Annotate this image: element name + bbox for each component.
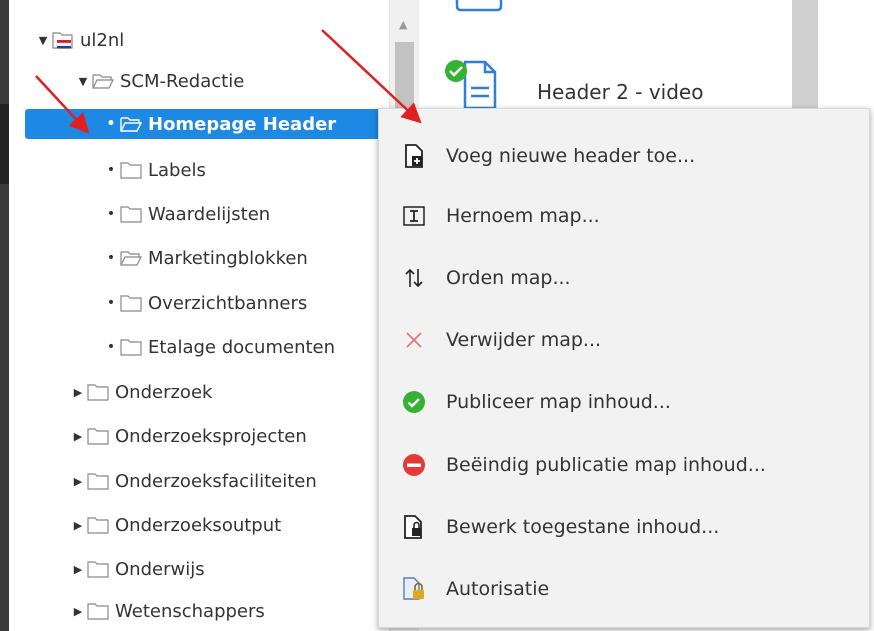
bullet-icon: • [106,250,116,266]
tree-item-etalage-documenten[interactable]: • Etalage documenten [104,332,335,362]
folder-icon [87,428,109,445]
delete-icon [402,328,426,352]
tree-item-onderzoeksoutput[interactable]: ▶ Onderzoeksoutput [71,510,281,540]
tree-item-overzichtbanners[interactable]: • Overzichtbanners [104,288,307,318]
tree-item-label: Onderzoek [115,381,213,403]
document-icon [455,0,503,12]
menu-item-label: Verwijder map... [446,329,602,351]
new-document-icon [402,144,426,168]
tree-item-label: Marketingblokken [148,247,308,269]
folder-icon [87,517,109,534]
collapse-twisty-icon[interactable]: ▶ [71,430,85,443]
tree-item-label: SCM-Redactie [120,70,245,92]
bullet-icon: • [106,295,116,311]
bullet-icon: • [106,339,116,355]
menu-item-label: Voeg nieuwe header toe... [446,145,696,167]
collapse-twisty-icon[interactable]: ▶ [71,563,85,576]
tree-item-label: Waardelijsten [148,203,271,225]
tree-item-wetenschappers[interactable]: ▶ Wetenschappers [71,596,265,626]
menu-item-label: Hernoem map... [446,205,600,227]
site-folder-icon [52,32,73,49]
menu-item-label: Orden map... [446,267,571,289]
menu-item-new-header[interactable]: Voeg nieuwe header toe... [379,133,869,179]
tree-item-label: Onderwijs [115,558,205,580]
folder-icon [120,295,142,312]
tree-item-waardelijsten[interactable]: • Waardelijsten [104,199,270,229]
tree-item-labels[interactable]: • Labels [104,155,206,185]
tree-item-label: Homepage Header [148,113,337,135]
menu-item-unpublish[interactable]: Beëindig publicatie map inhoud... [379,442,869,488]
tree-item-marketingblokken[interactable]: • Marketingblokken [104,243,308,273]
folder-icon [87,384,109,401]
tree-item-label: ul2nl [80,29,125,51]
menu-item-publish[interactable]: Publiceer map inhoud... [379,379,869,425]
edit-allowed-content-icon [402,515,426,539]
folder-icon [87,561,109,578]
collapse-twisty-icon[interactable]: ▶ [71,475,85,488]
collapse-twisty-icon[interactable]: ▶ [71,386,85,399]
tree-item-onderzoek[interactable]: ▶ Onderzoek [71,377,213,407]
menu-item-delete[interactable]: Verwijder map... [379,317,869,363]
left-edge-bar [0,0,9,631]
document-title[interactable]: Header 2 - video [537,80,703,104]
tree-item-scm-redactie[interactable]: ▼ SCM-Redactie [76,66,245,96]
sort-icon [402,266,426,290]
bullet-icon: • [106,206,116,222]
rename-icon [402,204,426,228]
tree-item-onderzoeksfaciliteiten[interactable]: ▶ Onderzoeksfaciliteiten [71,466,317,496]
authorization-icon [402,577,426,601]
scroll-up-icon[interactable]: ▲ [399,18,407,31]
folder-tree: ▼ ul2nl ▼ SCM-Redactie • Homepage Header… [9,0,389,631]
tree-item-label: Onderzoeksfaciliteiten [115,470,317,492]
tree-item-homepage-header[interactable]: • Homepage Header [25,109,389,139]
tree-item-label: Labels [148,159,206,181]
tree-item-onderwijs[interactable]: ▶ Onderwijs [71,554,205,584]
expand-twisty-icon[interactable]: ▼ [76,75,90,88]
collapse-twisty-icon[interactable]: ▶ [71,519,85,532]
menu-item-label: Publiceer map inhoud... [446,391,671,413]
tree-item-label: Etalage documenten [148,336,336,358]
context-menu: Voeg nieuwe header toe... Hernoem map...… [378,108,870,628]
bullet-icon: • [106,116,116,132]
folder-icon [120,162,142,179]
publish-icon [402,390,426,414]
open-folder-icon [92,74,114,89]
tree-item-label: Onderzoeksprojecten [115,425,307,447]
menu-item-rename[interactable]: Hernoem map... [379,193,869,239]
tree-item-ul2nl[interactable]: ▼ ul2nl [36,25,125,55]
bullet-icon: • [106,162,116,178]
folder-icon [120,339,142,356]
menu-item-sort[interactable]: Orden map... [379,255,869,301]
collapse-twisty-icon[interactable]: ▶ [71,605,85,618]
tree-item-label: Wetenschappers [115,600,265,622]
tree-item-label: Overzichtbanners [148,292,308,314]
open-folder-icon [120,251,142,266]
menu-item-label: Autorisatie [446,578,550,600]
published-document-icon [445,60,497,110]
folder-icon [120,206,142,223]
menu-item-label: Bewerk toegestane inhoud... [446,516,720,538]
unpublish-icon [402,453,426,477]
menu-item-authorization[interactable]: Autorisatie [379,566,869,612]
folder-icon [87,473,109,490]
tree-item-onderzoeksprojecten[interactable]: ▶ Onderzoeksprojecten [71,421,307,451]
menu-item-edit-allowed-content[interactable]: Bewerk toegestane inhoud... [379,504,869,550]
right-scrollbar[interactable] [792,0,818,110]
menu-item-label: Beëindig publicatie map inhoud... [446,454,766,476]
tree-item-label: Onderzoeksoutput [115,514,282,536]
open-folder-icon [120,117,142,132]
expand-twisty-icon[interactable]: ▼ [36,34,50,47]
folder-icon [87,603,109,620]
